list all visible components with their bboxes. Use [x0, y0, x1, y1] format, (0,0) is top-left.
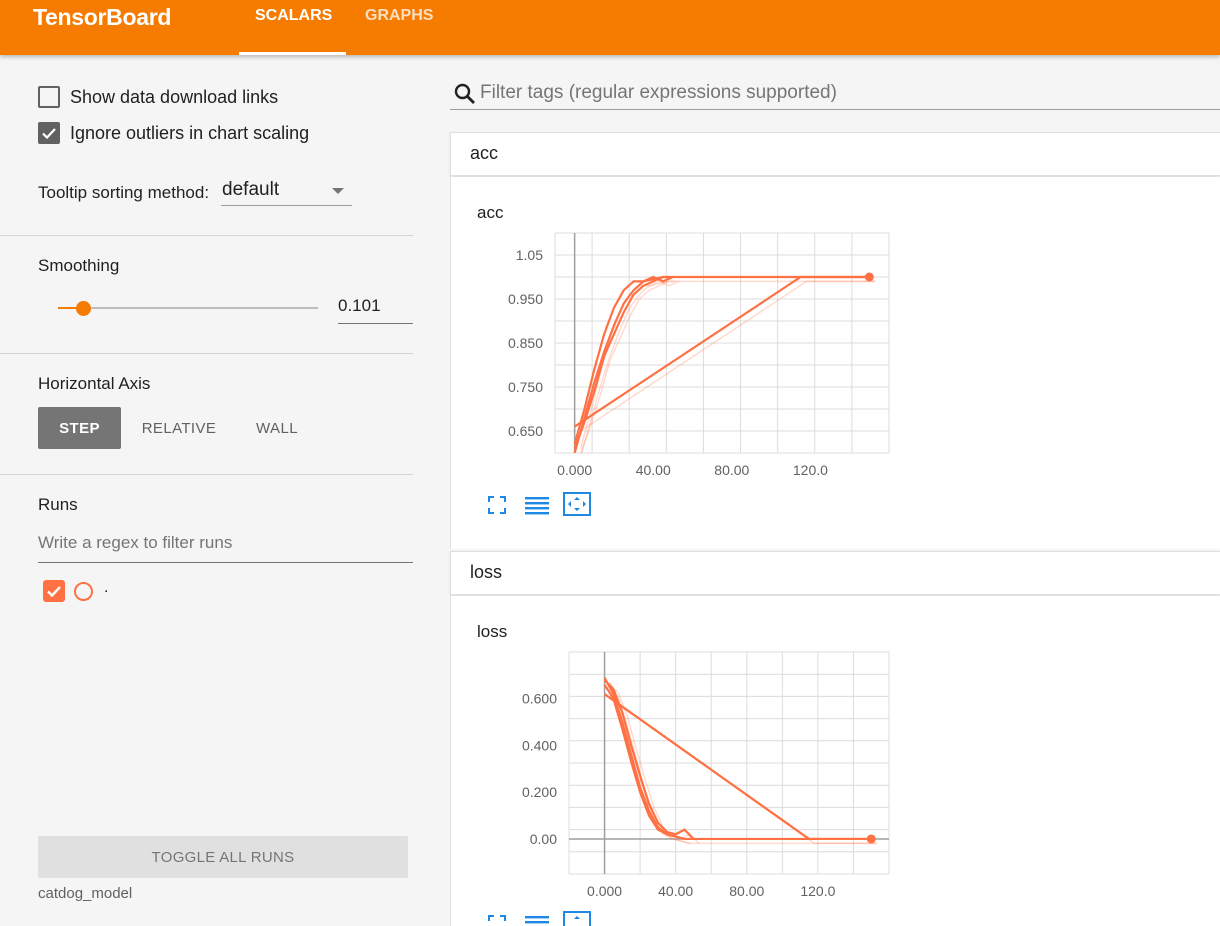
search-icon — [454, 83, 475, 104]
chart-card-acc: acc 1.05 0.950 0.850 0.750 0.650 0.000 40.00 80… — [450, 177, 1220, 549]
smoothing-title: Smoothing — [38, 256, 120, 275]
horizontal-axis-title: Horizontal Axis — [38, 374, 151, 393]
series-end-point — [864, 272, 874, 282]
tooltip-sorting-select[interactable]: default — [221, 179, 353, 206]
smoothed-series-line — [573, 275, 669, 449]
top-bar: TensorBoard SCALARS GRAPHS — [0, 0, 1220, 55]
fit-domain-icon[interactable] — [563, 492, 591, 516]
smoothing-value-input[interactable]: 0.101 — [338, 296, 413, 324]
x-tick-label: 40.00 — [636, 462, 671, 478]
ignore-outliers-checkbox[interactable] — [38, 122, 60, 144]
toggle-log-scale-icon[interactable] — [524, 495, 550, 515]
y-tick-label: 0.400 — [522, 737, 557, 753]
logdir-label: catdog_model — [38, 885, 133, 902]
fit-domain-icon[interactable] — [563, 911, 591, 926]
acc-chart[interactable]: 1.05 0.950 0.850 0.750 0.650 0.000 40.00 80.00 1… — [501, 231, 961, 491]
toggle-log-scale-icon[interactable] — [524, 914, 550, 926]
tooltip-sorting-value: default — [222, 179, 280, 200]
divider — [0, 235, 413, 236]
x-tick-label: 80.00 — [714, 462, 749, 478]
smoothed-series-line — [603, 693, 872, 841]
y-tick-label: 1.05 — [516, 247, 543, 263]
tab-graphs[interactable]: GRAPHS — [365, 7, 433, 25]
run-color-radio[interactable] — [74, 582, 93, 601]
tab-scalars[interactable]: SCALARS — [255, 7, 332, 25]
series-group — [573, 275, 876, 453]
tag-filter-input[interactable]: Filter tags (regular expressions support… — [480, 82, 837, 104]
runs-filter-input[interactable]: Write a regex to filter runs — [38, 533, 413, 563]
series-end-point — [866, 834, 876, 844]
smoothed-series-line — [603, 684, 685, 841]
toggle-all-runs-button[interactable]: TOGGLE ALL RUNS — [38, 836, 408, 878]
checkmark-icon — [42, 128, 56, 140]
show-download-links-label: Show data download links — [70, 86, 279, 107]
category-header-acc[interactable]: acc — [450, 132, 1220, 176]
chart-card-loss: loss 0.600 0.400 0.200 0.00 0.000 40.00 80.00 1… — [450, 596, 1220, 926]
y-tick-label: 0.00 — [530, 831, 557, 847]
divider — [0, 353, 413, 354]
show-download-links-checkbox[interactable] — [38, 86, 60, 108]
x-tick-label: 0.000 — [557, 462, 592, 478]
x-tick-label: 40.00 — [658, 883, 693, 899]
axis-relative-button[interactable]: RELATIVE — [133, 407, 225, 449]
chart-title: loss — [477, 622, 508, 641]
run-checkbox[interactable] — [43, 580, 65, 602]
checkmark-icon — [47, 586, 61, 598]
x-tick-label: 80.00 — [729, 883, 764, 899]
ignore-outliers-option[interactable]: Ignore outliers in chart scaling — [38, 122, 309, 144]
tooltip-sorting-row: Tooltip sorting method: default — [38, 179, 353, 206]
tag-filter[interactable]: Filter tags (regular expressions support… — [450, 78, 1220, 110]
show-download-links-option[interactable]: Show data download links — [38, 86, 278, 108]
y-tick-label: 0.650 — [508, 423, 543, 439]
y-tick-label: 0.600 — [522, 691, 557, 707]
ignore-outliers-label: Ignore outliers in chart scaling — [70, 122, 310, 143]
y-tick-label: 0.200 — [522, 784, 557, 800]
smoothed-series-line — [603, 677, 872, 841]
x-tick-label: 0.000 — [587, 883, 622, 899]
y-tick-label: 0.850 — [508, 335, 543, 351]
tooltip-sorting-label: Tooltip sorting method: — [38, 182, 210, 202]
divider — [0, 474, 413, 475]
x-tick-label: 120.0 — [793, 462, 828, 478]
x-tick-label: 120.0 — [800, 883, 835, 899]
smoothing-slider-track[interactable] — [58, 307, 318, 309]
category-header-loss[interactable]: loss — [450, 551, 1220, 595]
series-group — [603, 677, 877, 845]
chart-title: acc — [477, 203, 504, 222]
axis-wall-button[interactable]: WALL — [237, 407, 317, 449]
y-tick-label: 0.950 — [508, 291, 543, 307]
runs-title: Runs — [38, 495, 78, 514]
y-tick-label: 0.750 — [508, 379, 543, 395]
dropdown-caret-icon — [332, 188, 345, 194]
run-name: . — [104, 579, 109, 596]
loss-chart[interactable]: 0.600 0.400 0.200 0.00 0.000 40.00 80.00 120.0 — [501, 650, 961, 912]
smoothing-slider-thumb[interactable] — [76, 301, 91, 316]
axis-step-button[interactable]: STEP — [38, 407, 121, 449]
brand-title[interactable]: TensorBoard — [33, 4, 171, 31]
fullscreen-icon[interactable] — [487, 914, 507, 926]
raw-series-line — [609, 697, 877, 845]
sidebar: Show data download links Ignore outliers… — [0, 55, 432, 926]
fullscreen-icon[interactable] — [487, 495, 507, 515]
active-tab-indicator — [239, 52, 346, 55]
